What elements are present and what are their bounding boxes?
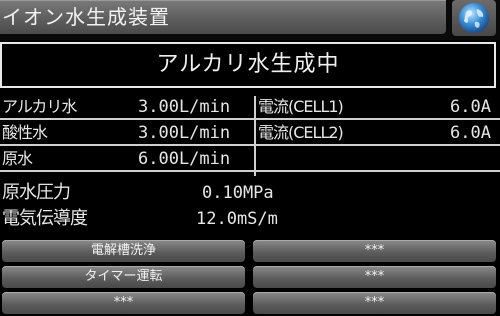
reading-row-2: 酸性水 3.00L/min 電流(CELL2) 6.0A: [0, 122, 500, 146]
alkaline-water-value: 3.00L/min: [138, 97, 231, 117]
alkaline-water-label: アルカリ水: [2, 97, 77, 116]
raw-water-value: 6.00L/min: [138, 149, 231, 169]
screen-title: イオン水生成装置: [2, 5, 170, 29]
electrolytic-cell-cleaning-button[interactable]: 電解槽洗浄: [2, 240, 245, 262]
unassigned-button-2[interactable]: ***: [253, 266, 496, 288]
conductivity-label: 電気伝導度: [2, 208, 88, 229]
conductivity-value: 12.0mS/m: [196, 209, 278, 229]
ion-water-generator-screen: イオン水生成装置 アルカリ水生成中 アルカリ水 3.00L/min 電流(CEL…: [0, 0, 500, 316]
reading-row-5: 電気伝導度 12.0mS/m: [0, 208, 500, 230]
function-buttons: 電解槽洗浄 *** タイマー運転 *** *** ***: [0, 238, 500, 316]
current-cell1-label: 電流(CELL1): [258, 97, 344, 116]
timer-operation-button[interactable]: タイマー運転: [2, 266, 245, 288]
raw-water-pressure-value: 0.10MPa: [202, 183, 274, 203]
header: イオン水生成装置: [0, 0, 500, 40]
unassigned-button-1[interactable]: ***: [253, 240, 496, 262]
current-cell2-label: 電流(CELL2): [258, 123, 344, 142]
reading-row-1: アルカリ水 3.00L/min 電流(CELL1) 6.0A: [0, 96, 500, 120]
reading-row-3: 原水 6.00L/min: [0, 148, 500, 172]
raw-water-label: 原水: [2, 149, 33, 168]
raw-water-pressure-label: 原水圧力: [2, 182, 71, 203]
acidic-water-label: 酸性水: [2, 123, 48, 142]
acidic-water-value: 3.00L/min: [138, 123, 231, 143]
title-bar: イオン水生成装置: [0, 0, 446, 34]
reading-row-4: 原水圧力 0.10MPa: [0, 182, 500, 204]
operation-status-panel: アルカリ水生成中: [0, 42, 496, 88]
unassigned-button-4[interactable]: ***: [253, 292, 496, 314]
language-button[interactable]: [452, 0, 496, 36]
current-cell2-value: 6.0A: [450, 123, 491, 143]
current-cell1-value: 6.0A: [450, 97, 491, 117]
operation-status-text: アルカリ水生成中: [156, 52, 340, 77]
unassigned-button-3[interactable]: ***: [2, 292, 245, 314]
globe-icon: [459, 3, 489, 33]
readings-panel: アルカリ水 3.00L/min 電流(CELL1) 6.0A 酸性水 3.00L…: [0, 96, 500, 236]
